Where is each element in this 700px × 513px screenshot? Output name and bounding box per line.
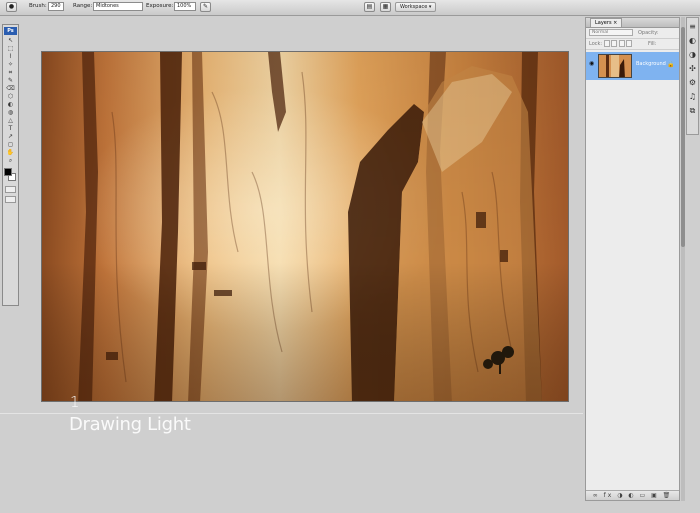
exposure-field[interactable]: 100%: [174, 2, 196, 11]
dock-panel-icon[interactable]: ⚙: [688, 78, 697, 87]
tool-button[interactable]: ⌕: [4, 157, 17, 164]
tool-button[interactable]: ⌇: [4, 53, 17, 60]
tool-button[interactable]: ↖: [4, 37, 17, 44]
tool-button[interactable]: ✋: [4, 149, 17, 156]
tool-button[interactable]: ⬚: [4, 45, 17, 52]
tool-button[interactable]: ⬡: [4, 93, 17, 100]
toolbox: Ps ↖ ⬚ ⌇ ✧ ⌗ ✎ ⌫ ⬡ ◐ ◍ △ T ↗ ◻ ✋ ⌕: [2, 24, 19, 306]
dock-panel-icon[interactable]: ⧉: [688, 106, 697, 115]
tool-button[interactable]: ✧: [4, 61, 17, 68]
lock-label: Lock:: [589, 41, 603, 47]
tab-layers[interactable]: Layers ×: [590, 18, 623, 27]
tool-list: ↖ ⬚ ⌇ ✧ ⌗ ✎ ⌫ ⬡ ◐ ◍ △ T ↗ ◻ ✋ ⌕: [3, 37, 18, 164]
dock-panel-icon[interactable]: ≡: [688, 22, 697, 31]
exposure-label: Exposure:: [146, 3, 174, 9]
tool-preset-picker[interactable]: ●: [6, 2, 17, 12]
color-swatches[interactable]: [4, 168, 17, 182]
tool-button[interactable]: ◍: [4, 109, 17, 116]
lock-position-button[interactable]: [618, 40, 625, 47]
palette-well-button[interactable]: ▤: [364, 2, 375, 12]
lock-transparent-button[interactable]: [603, 40, 610, 47]
canyon-wall-photo: [42, 52, 568, 401]
fill-label: Fill:: [648, 41, 657, 47]
airbrush-icon: ✎: [202, 3, 209, 10]
range-label: Range:: [73, 3, 93, 9]
eye-icon[interactable]: ◉: [589, 61, 595, 67]
tool-button[interactable]: ⌫: [4, 85, 17, 92]
bridge-icon: ▦: [382, 3, 389, 10]
opacity-label: Opacity:: [638, 30, 659, 36]
brush-label: Brush:: [29, 3, 47, 9]
screen-mode-button[interactable]: [5, 196, 16, 203]
lock-row: Lock: Fill:: [586, 39, 679, 50]
lesson-number: 1: [70, 393, 80, 411]
tool-button[interactable]: ⌗: [4, 69, 17, 76]
lock-all-button[interactable]: [626, 40, 633, 47]
dock-panel-icon[interactable]: ◐: [688, 36, 697, 45]
tool-button[interactable]: T: [4, 125, 17, 132]
layers-tab-row: Layers ×: [586, 18, 679, 28]
layer-thumbnail: [598, 54, 632, 78]
range-select[interactable]: Midtones: [93, 2, 143, 11]
brush-size-picker[interactable]: 290: [48, 2, 64, 11]
layer-name: Background: [636, 61, 666, 67]
lesson-title: Drawing Light: [69, 414, 191, 435]
blend-mode-select[interactable]: Normal: [589, 29, 633, 36]
palette-icon: ▤: [366, 3, 373, 10]
panel-scrollbar-thumb[interactable]: [681, 27, 685, 247]
layers-footer-buttons[interactable]: ∞ fx ◑ ◐ ▭ ▣ 🗑: [586, 490, 679, 500]
dodge-tool-icon: ●: [8, 3, 15, 10]
dock-panel-icon[interactable]: ♫: [688, 92, 697, 101]
layer-row-background[interactable]: ◉ Background 🔒: [586, 52, 679, 80]
lock-icon: 🔒: [667, 61, 675, 68]
tool-button[interactable]: ◻: [4, 141, 17, 148]
document-canvas[interactable]: [41, 51, 569, 402]
bridge-button[interactable]: ▦: [380, 2, 391, 12]
blend-options-row: Normal Opacity:: [586, 28, 679, 39]
dock-panel-icon[interactable]: ◑: [688, 50, 697, 59]
photoshop-logo[interactable]: Ps: [4, 27, 17, 35]
quick-mask-button[interactable]: [5, 186, 16, 193]
options-bar: ● Brush: 290 Range: Midtones Exposure: 1…: [0, 0, 700, 16]
tool-button[interactable]: ↗: [4, 133, 17, 140]
workspace-button[interactable]: Workspace ▾: [395, 2, 437, 12]
layers-panel: Layers × Normal Opacity: Lock: Fill: ◉ B…: [585, 17, 680, 501]
foreground-color-swatch[interactable]: [4, 168, 12, 176]
tool-button[interactable]: △: [4, 117, 17, 124]
panel-scrollbar[interactable]: [681, 17, 685, 501]
lock-image-button[interactable]: [611, 40, 618, 47]
panel-dock: ≡ ◐ ◑ ✣ ⚙ ♫ ⧉: [686, 17, 699, 135]
dock-panel-icon[interactable]: ✣: [688, 64, 697, 73]
tool-button[interactable]: ◐: [4, 101, 17, 108]
tool-button[interactable]: ✎: [4, 77, 17, 84]
airbrush-button[interactable]: ✎: [200, 2, 211, 12]
